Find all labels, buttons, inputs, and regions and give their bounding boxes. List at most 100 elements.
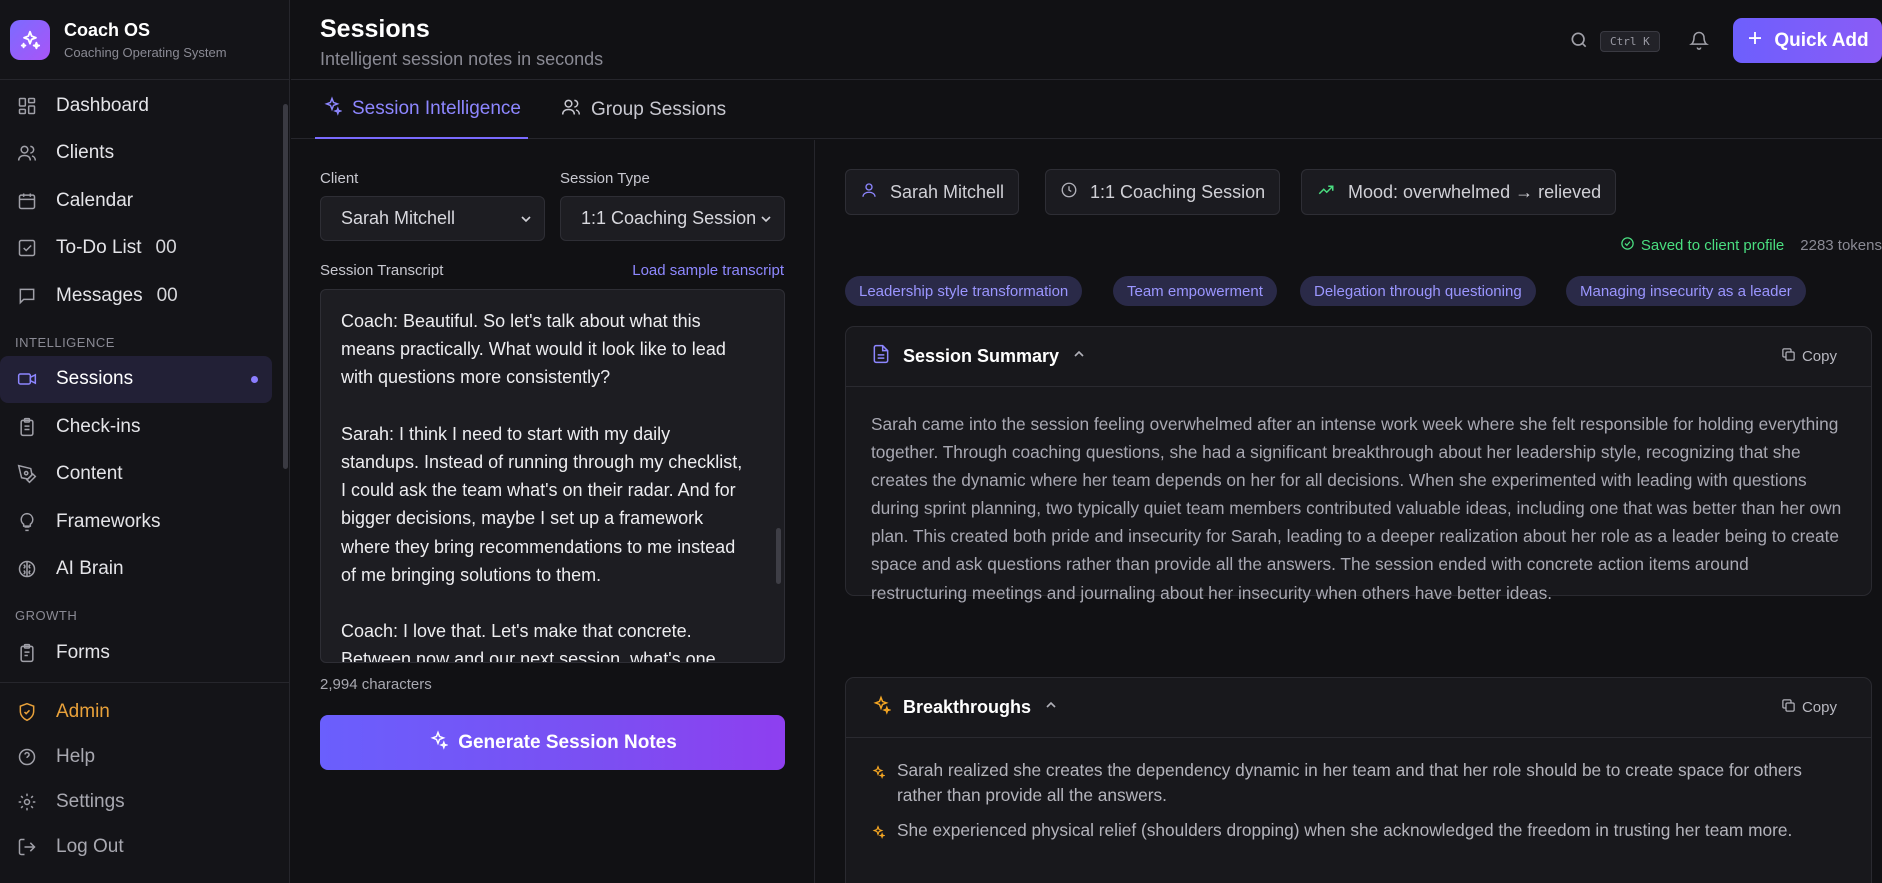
- breakthroughs-title: Breakthroughs: [903, 697, 1032, 717]
- sidebar-item-ai-brain[interactable]: AI Brain: [0, 546, 290, 594]
- logout-icon: [16, 836, 38, 858]
- search-icon[interactable]: [1569, 30, 1589, 55]
- transcript-text: Coach: Beautiful. So let's talk about wh…: [341, 311, 743, 663]
- copy-summary-button[interactable]: Copy: [1781, 347, 1837, 366]
- sidebar-item-content[interactable]: Content: [0, 451, 290, 499]
- quick-add-button[interactable]: Quick Add: [1733, 18, 1882, 63]
- chevron-down-icon: [518, 211, 534, 232]
- clipboard-icon: [16, 416, 38, 438]
- sidebar-item-forms[interactable]: Forms: [0, 629, 290, 677]
- generate-notes-button[interactable]: Generate Session Notes: [320, 715, 785, 770]
- sidebar-item-label: Forms: [56, 641, 110, 663]
- form-icon: [16, 642, 38, 664]
- sidebar-item-help[interactable]: Help: [0, 734, 290, 779]
- bell-icon[interactable]: [1689, 29, 1709, 56]
- sidebar-item-label: Log Out: [56, 835, 124, 857]
- sidebar-item-label: Messages: [56, 284, 143, 306]
- quick-add-label: Quick Add: [1774, 29, 1869, 51]
- users-icon: [561, 97, 581, 123]
- sparkles-icon: [428, 729, 449, 756]
- client-select-value: Sarah Mitchell: [341, 208, 456, 228]
- sidebar-item-label: Check-ins: [56, 415, 141, 437]
- breakthroughs-header[interactable]: Breakthroughs Copy: [846, 678, 1871, 738]
- checkbox-icon: [16, 237, 38, 259]
- sparkles-icon: [871, 695, 892, 720]
- sidebar-item-label: AI Brain: [56, 558, 124, 580]
- sidebar-item-label: Calendar: [56, 189, 134, 211]
- video-icon: [16, 368, 38, 390]
- transcript-textarea[interactable]: Coach: Beautiful. So let's talk about wh…: [320, 289, 785, 663]
- copy-label: Copy: [1801, 699, 1837, 716]
- sparkles-icon: [871, 818, 886, 846]
- pen-tool-icon: [16, 463, 38, 485]
- generate-button-label: Generate Session Notes: [458, 731, 677, 753]
- messages-count-badge: 00: [156, 284, 178, 306]
- sidebar-item-label: Content: [56, 463, 123, 485]
- brand[interactable]: Coach OS Coaching Operating System: [0, 0, 289, 80]
- sidebar-item-logout[interactable]: Log Out: [0, 824, 290, 869]
- nav-section-intelligence: INTELLIGENCE: [15, 334, 115, 350]
- sidebar-item-sessions[interactable]: Sessions: [0, 355, 272, 403]
- session-type-chip-label: 1:1 Coaching Session: [1090, 181, 1266, 202]
- session-input-panel: Client Sarah Mitchell Session Type 1:1 C…: [291, 140, 815, 883]
- trending-up-icon: [1316, 181, 1336, 204]
- theme-tag[interactable]: Leadership style transformation: [845, 276, 1083, 306]
- tab-bar: Session Intelligence Group Sessions: [291, 81, 1882, 139]
- clock-icon: [1060, 181, 1078, 204]
- sidebar-item-dashboard[interactable]: Dashboard: [0, 82, 290, 130]
- breakthroughs-card: Breakthroughs Copy Sarah realized she cr…: [845, 677, 1872, 883]
- chevron-up-icon[interactable]: [1043, 697, 1059, 718]
- sparkles-icon: [322, 96, 343, 122]
- breakthrough-text: She experienced physical relief (shoulde…: [897, 820, 1793, 840]
- session-type-chip: 1:1 Coaching Session: [1045, 169, 1281, 215]
- tab-group-sessions[interactable]: Group Sessions: [561, 81, 726, 139]
- users-icon: [16, 142, 38, 164]
- tab-session-intelligence[interactable]: Session Intelligence: [315, 81, 528, 139]
- sidebar-item-label: Help: [56, 745, 96, 767]
- sidebar-item-label: Dashboard: [56, 94, 149, 116]
- theme-tag[interactable]: Managing insecurity as a leader: [1566, 276, 1806, 306]
- session-summary-card: Session Summary Copy Sarah came into the…: [845, 326, 1872, 603]
- load-sample-link[interactable]: Load sample transcript: [632, 262, 784, 279]
- copy-label: Copy: [1801, 348, 1837, 365]
- sidebar-bottom: Admin Help Settings Log Out: [0, 682, 290, 869]
- sidebar-item-clients[interactable]: Clients: [0, 130, 290, 178]
- dashboard-icon: [16, 95, 38, 117]
- sidebar-item-label: Clients: [56, 142, 115, 164]
- page-subtitle: Intelligent session notes in seconds: [320, 49, 604, 69]
- page-title: Sessions: [320, 15, 430, 43]
- client-select[interactable]: Sarah Mitchell: [320, 196, 545, 241]
- token-count: 2283 tokens: [1800, 237, 1882, 254]
- client-chip: Sarah Mitchell: [845, 169, 1020, 215]
- sidebar-item-settings[interactable]: Settings: [0, 779, 290, 824]
- sidebar-item-todo[interactable]: To-Do List 00: [0, 225, 290, 273]
- gear-icon: [16, 791, 38, 813]
- sidebar-scrollbar[interactable]: [283, 104, 288, 469]
- theme-tag[interactable]: Delegation through questioning: [1300, 276, 1536, 306]
- sidebar-item-messages[interactable]: Messages 00: [0, 272, 290, 320]
- session-type-label: Session Type: [560, 170, 650, 187]
- chevron-up-icon[interactable]: [1071, 346, 1087, 367]
- sidebar-item-calendar[interactable]: Calendar: [0, 177, 290, 225]
- brain-icon: [16, 558, 38, 580]
- saved-label: Saved to client profile: [1640, 237, 1785, 254]
- session-type-select[interactable]: 1:1 Coaching Session: [560, 196, 785, 241]
- sidebar-item-frameworks[interactable]: Frameworks: [0, 498, 290, 546]
- save-status: Saved to client profile 2283 tokens: [1620, 236, 1882, 255]
- sidebar-item-admin[interactable]: Admin: [0, 689, 290, 734]
- session-summary-header[interactable]: Session Summary Copy: [846, 327, 1871, 387]
- session-type-select-value: 1:1 Coaching Session: [581, 208, 757, 228]
- client-chip-label: Sarah Mitchell: [890, 181, 1005, 202]
- help-circle-icon: [16, 746, 38, 768]
- copy-breakthroughs-button[interactable]: Copy: [1781, 698, 1837, 717]
- user-icon: [860, 181, 878, 204]
- transcript-scrollbar[interactable]: [776, 528, 781, 584]
- check-circle-icon: [1620, 236, 1635, 255]
- search-shortcut: Ctrl K: [1600, 31, 1660, 52]
- lightbulb-icon: [16, 511, 38, 533]
- theme-tag[interactable]: Team empowerment: [1113, 276, 1277, 306]
- brand-subtitle: Coaching Operating System: [64, 44, 227, 60]
- sidebar-item-checkins[interactable]: Check-ins: [0, 403, 290, 451]
- sidebar: Coach OS Coaching Operating System Dashb…: [0, 0, 290, 883]
- plus-icon: [1746, 29, 1764, 53]
